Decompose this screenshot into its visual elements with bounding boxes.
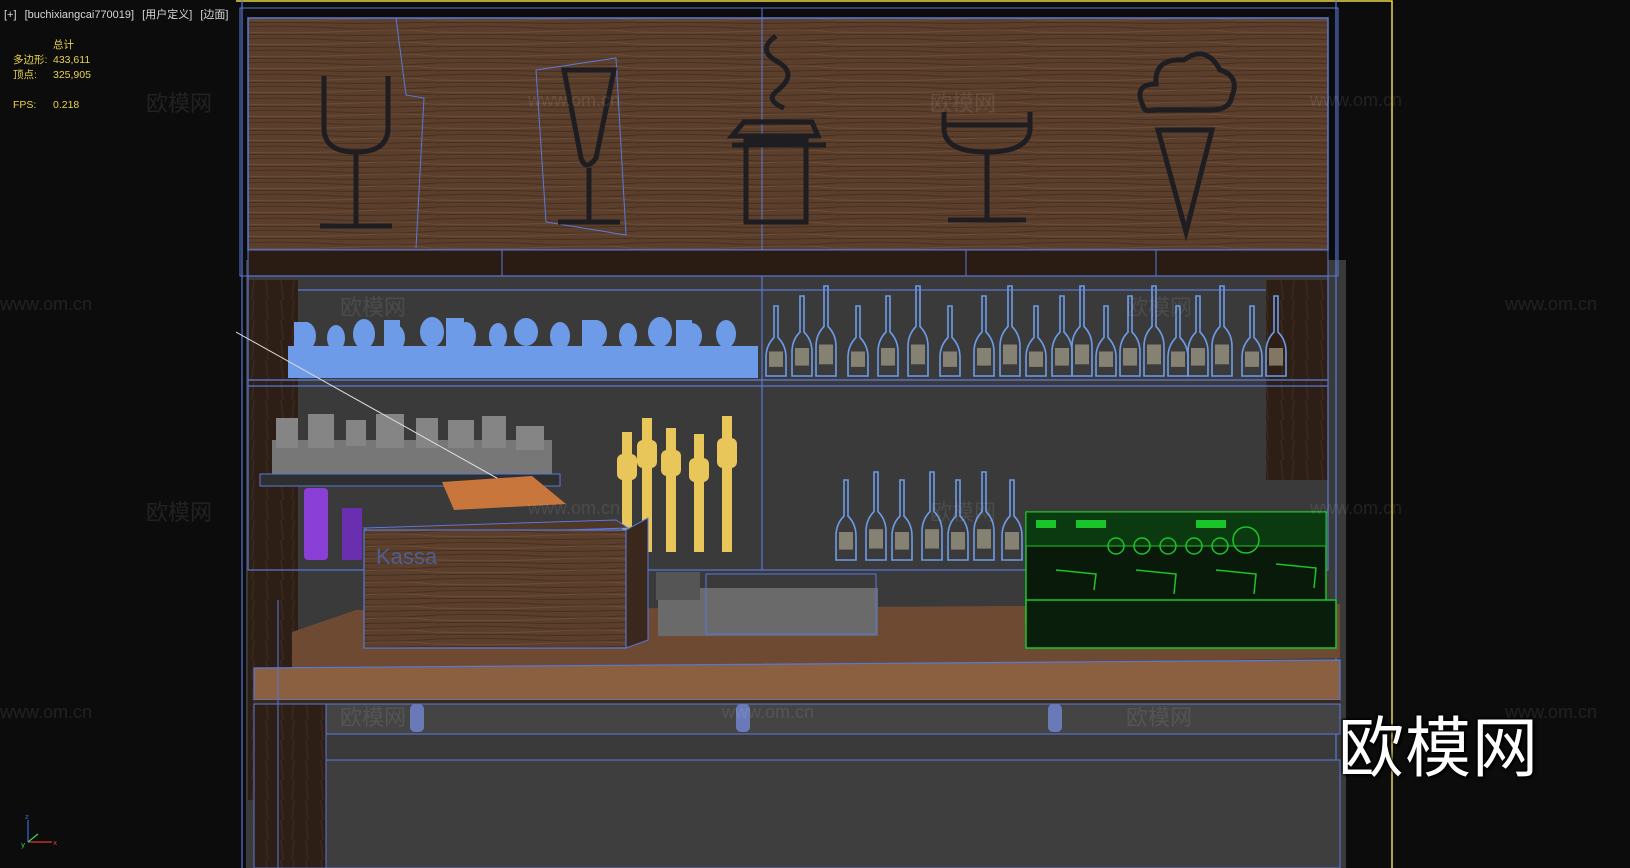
watermark-text: 欧模网 bbox=[146, 91, 213, 116]
bottle-label bbox=[1245, 351, 1259, 367]
fps-value: 0.218 bbox=[53, 99, 80, 111]
polygons-label: 多边形: bbox=[13, 54, 48, 66]
bottle-label bbox=[1171, 351, 1185, 367]
bottle-label bbox=[795, 348, 809, 366]
bottle-label bbox=[769, 351, 783, 367]
bottle-label bbox=[881, 348, 895, 366]
vertices-label: 顶点: bbox=[13, 69, 37, 81]
scene-render[interactable]: Kassa bbox=[236, 0, 1398, 868]
fps-label: FPS: bbox=[13, 99, 37, 111]
viewport-plus-menu[interactable]: [+] bbox=[4, 9, 17, 21]
bottle-label bbox=[951, 532, 965, 550]
stats-title: 总计 bbox=[53, 39, 74, 51]
svg-text:z: z bbox=[25, 813, 29, 821]
watermark-text: 欧模网 bbox=[146, 500, 213, 525]
bottle-label bbox=[851, 351, 865, 367]
viewport-shading-menu[interactable]: [用户定义] bbox=[142, 9, 192, 21]
polygons-value: 433,611 bbox=[53, 54, 91, 66]
bottle-label bbox=[1055, 348, 1069, 366]
bottle-label bbox=[911, 344, 925, 365]
bottle-label bbox=[1191, 348, 1205, 366]
bottle-label bbox=[1215, 344, 1229, 365]
svg-text:x: x bbox=[53, 839, 57, 847]
vertices-value: 325,905 bbox=[53, 69, 91, 81]
glassware-row bbox=[288, 317, 758, 378]
kassa-register: Kassa bbox=[362, 517, 649, 649]
bottle-label bbox=[1269, 348, 1283, 366]
bottle-label bbox=[869, 529, 883, 549]
bottle-label bbox=[977, 529, 991, 549]
bottle-label bbox=[1123, 348, 1137, 366]
stats-overlay: 总计 多边形: 433,611 顶点: 325,905 FPS: 0.218 bbox=[13, 38, 91, 113]
bottle-label bbox=[943, 351, 957, 367]
purple-container bbox=[342, 508, 362, 560]
watermark-url: www.om.cn bbox=[0, 702, 93, 722]
watermark-url: www.om.cn bbox=[0, 294, 93, 314]
viewport-scene[interactable]: Kassa bbox=[236, 0, 1398, 868]
viewport-display-menu[interactable]: [边面] bbox=[200, 9, 228, 21]
bottle-label bbox=[1147, 344, 1161, 365]
kassa-label: Kassa bbox=[376, 544, 438, 569]
bottle-label bbox=[1075, 344, 1089, 365]
bottle-label bbox=[925, 529, 939, 549]
watermark-logo: 欧模网 bbox=[1338, 711, 1539, 785]
purple-bottle bbox=[304, 488, 328, 560]
watermark-url: www.om.cn bbox=[1505, 294, 1598, 314]
bottle-label bbox=[1003, 344, 1017, 365]
viewport-label[interactable]: [+] [buchixiangcai770019] [用户定义] [边面] bbox=[4, 6, 233, 22]
espresso-machine bbox=[1025, 511, 1337, 649]
svg-text:y: y bbox=[21, 841, 25, 849]
bottle-label bbox=[895, 532, 909, 550]
bottle-label bbox=[819, 344, 833, 365]
bottle-label bbox=[1005, 532, 1019, 550]
viewport-camera-menu[interactable]: [buchixiangcai770019] bbox=[25, 9, 134, 21]
axis-gizmo-icon: z y x bbox=[21, 813, 57, 849]
bottle-label bbox=[1029, 351, 1043, 367]
bottle-label bbox=[839, 532, 853, 550]
bottle-label bbox=[977, 348, 991, 366]
bottle-label bbox=[1099, 351, 1113, 367]
